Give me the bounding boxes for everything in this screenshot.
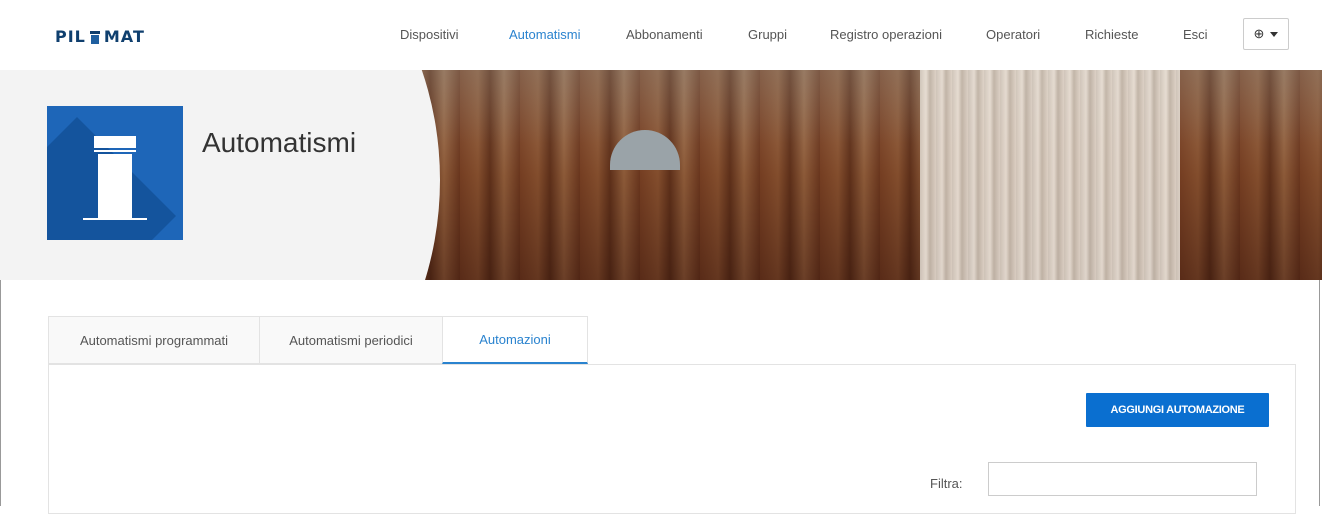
- language-dropdown[interactable]: ⊕: [1243, 18, 1289, 50]
- filter-label: Filtra:: [930, 476, 963, 491]
- bollard-cap: [94, 136, 136, 148]
- dome-shape: [610, 130, 680, 170]
- nav-item-richieste[interactable]: Richieste: [1085, 27, 1138, 42]
- page-title: Automatismi: [202, 127, 357, 158]
- nav-item-registro-operazioni[interactable]: Registro operazioni: [830, 27, 942, 42]
- globe-icon: ⊕: [1253, 26, 1265, 41]
- caret-down-icon: [1270, 31, 1279, 37]
- nav-item-dispositivi[interactable]: Dispositivi: [400, 27, 459, 42]
- tab-automatismi-periodici[interactable]: Automatismi periodici: [259, 316, 443, 364]
- nav-item-operatori[interactable]: Operatori: [986, 27, 1040, 42]
- nav-item-gruppi[interactable]: Gruppi: [748, 27, 787, 42]
- city-banner-image: [400, 70, 1322, 280]
- nav-menu: Dispositivi Automatismi Abbonamenti Grup…: [0, 27, 1322, 47]
- top-navbar: PIL MAT Dispositivi Automatismi Abbonamen…: [0, 0, 1322, 70]
- nav-item-automatismi[interactable]: Automatismi: [509, 27, 581, 42]
- filter-input[interactable]: [988, 462, 1257, 496]
- nav-item-esci[interactable]: Esci: [1183, 27, 1208, 42]
- bollard-ring: [94, 150, 136, 152]
- nav-item-abbonamenti[interactable]: Abbonamenti: [626, 27, 703, 42]
- bollard-base: [83, 218, 147, 220]
- bollard-body: [98, 154, 132, 218]
- page-banner: [0, 70, 1322, 280]
- tab-automazioni[interactable]: Automazioni: [442, 316, 588, 364]
- bollard-icon: [47, 106, 183, 240]
- add-automation-button[interactable]: AGGIUNGI AUTOMAZIONE: [1086, 393, 1269, 427]
- tab-automatismi-programmati[interactable]: Automatismi programmati: [48, 316, 260, 364]
